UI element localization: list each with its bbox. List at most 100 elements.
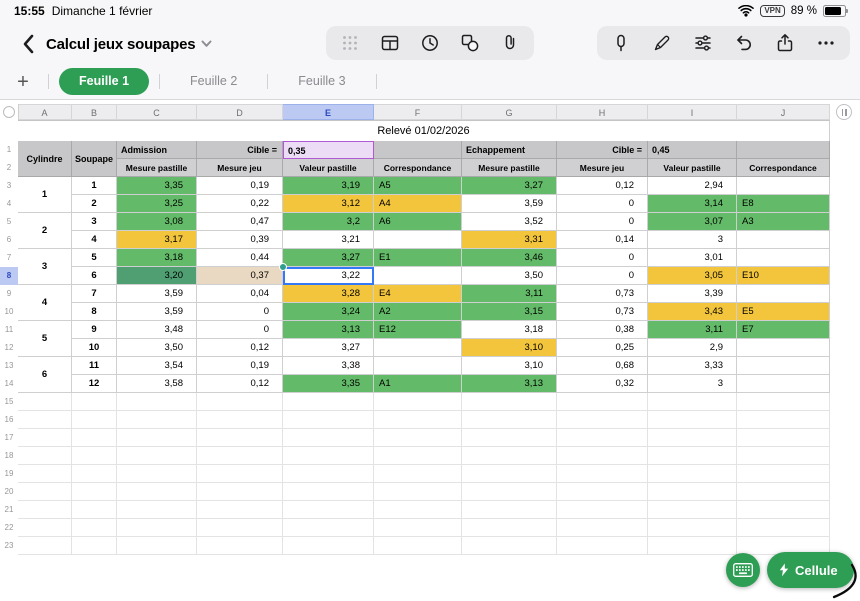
cell-J20[interactable] — [737, 483, 830, 501]
cell-G14[interactable]: 3,13 — [462, 375, 557, 393]
cell-A16[interactable] — [18, 411, 72, 429]
col-header-B[interactable]: B — [72, 104, 117, 120]
cell-D22[interactable] — [197, 519, 283, 537]
cell-D9[interactable]: 0,04 — [197, 285, 283, 303]
cell-B19[interactable] — [72, 465, 117, 483]
sub-header-D[interactable]: Mesure jeu — [197, 159, 283, 177]
spreadsheet-grid[interactable]: ABCDEFGHIJ123456789101112131415161718192… — [0, 101, 860, 601]
row-header-11[interactable]: 11 — [0, 321, 18, 339]
cell-F11[interactable]: E12 — [374, 321, 462, 339]
row-header-7[interactable]: 7 — [0, 249, 18, 267]
cell-I6[interactable]: 3 — [648, 231, 737, 249]
cell-I3[interactable]: 2,94 — [648, 177, 737, 195]
view-options-button[interactable] — [689, 29, 717, 57]
cell-G4[interactable]: 3,59 — [462, 195, 557, 213]
cell-D5[interactable]: 0,47 — [197, 213, 283, 231]
cell-H12[interactable]: 0,25 — [557, 339, 648, 357]
document-title-menu[interactable]: Calcul jeux soupapes — [46, 30, 212, 58]
cell-J12[interactable] — [737, 339, 830, 357]
cell-J5[interactable]: A3 — [737, 213, 830, 231]
cell-D16[interactable] — [197, 411, 283, 429]
cell-H22[interactable] — [557, 519, 648, 537]
cell-D4[interactable]: 0,22 — [197, 195, 283, 213]
cell-G20[interactable] — [462, 483, 557, 501]
cell-F5[interactable]: A6 — [374, 213, 462, 231]
table-title[interactable]: Relevé 01/02/2026 — [18, 120, 830, 141]
cell-B20[interactable] — [72, 483, 117, 501]
cylindre-2[interactable]: 2 — [18, 213, 72, 249]
cell-J11[interactable]: E7 — [737, 321, 830, 339]
soupape-12[interactable]: 12 — [72, 375, 117, 393]
cell-F16[interactable] — [374, 411, 462, 429]
cell-D19[interactable] — [197, 465, 283, 483]
cell-G10[interactable]: 3,15 — [462, 303, 557, 321]
soupape-5[interactable]: 5 — [72, 249, 117, 267]
insert-attachment-button[interactable] — [496, 29, 524, 57]
cell-F19[interactable] — [374, 465, 462, 483]
insert-shape-button[interactable] — [456, 29, 484, 57]
header-cible-echappement-label[interactable]: Cible = — [557, 141, 648, 159]
cell-C21[interactable] — [117, 501, 197, 519]
share-button[interactable] — [771, 29, 799, 57]
cell-E3[interactable]: 3,19 — [283, 177, 374, 195]
row-header-5[interactable]: 5 — [0, 213, 18, 231]
cell-C16[interactable] — [117, 411, 197, 429]
cell-G19[interactable] — [462, 465, 557, 483]
soupape-3[interactable]: 3 — [72, 213, 117, 231]
cell-B15[interactable] — [72, 393, 117, 411]
cell-J16[interactable] — [737, 411, 830, 429]
col-header-A[interactable]: A — [18, 104, 72, 120]
cell-J6[interactable] — [737, 231, 830, 249]
cell-I10[interactable]: 3,43 — [648, 303, 737, 321]
cell-I8[interactable]: 3,05 — [648, 267, 737, 285]
cell-D8[interactable]: 0,37 — [197, 267, 283, 285]
cell-H4[interactable]: 0 — [557, 195, 648, 213]
cell-H7[interactable]: 0 — [557, 249, 648, 267]
cell-F15[interactable] — [374, 393, 462, 411]
cell-F21[interactable] — [374, 501, 462, 519]
cell-G21[interactable] — [462, 501, 557, 519]
cell-I9[interactable]: 3,39 — [648, 285, 737, 303]
cell-C23[interactable] — [117, 537, 197, 555]
row-header-19[interactable]: 19 — [0, 465, 18, 483]
cell-G16[interactable] — [462, 411, 557, 429]
add-columns-handle[interactable] — [836, 104, 852, 120]
cell-C5[interactable]: 3,08 — [117, 213, 197, 231]
cell-F17[interactable] — [374, 429, 462, 447]
cell-G6[interactable]: 3,31 — [462, 231, 557, 249]
cell-G18[interactable] — [462, 447, 557, 465]
cell-E6[interactable]: 3,21 — [283, 231, 374, 249]
row-header-16[interactable]: 16 — [0, 411, 18, 429]
header-echappement[interactable]: Echappement — [462, 141, 557, 159]
apps-grid-button[interactable] — [336, 29, 364, 57]
row-header-23[interactable]: 23 — [0, 537, 18, 555]
cell-J15[interactable] — [737, 393, 830, 411]
cell-F6[interactable] — [374, 231, 462, 249]
cell-D23[interactable] — [197, 537, 283, 555]
cell-I20[interactable] — [648, 483, 737, 501]
cell-B22[interactable] — [72, 519, 117, 537]
col-header-F[interactable]: F — [374, 104, 462, 120]
cell-D21[interactable] — [197, 501, 283, 519]
cell-C12[interactable]: 3,50 — [117, 339, 197, 357]
cell-F22[interactable] — [374, 519, 462, 537]
row-header-2[interactable]: 2 — [0, 159, 18, 177]
cell-C7[interactable]: 3,18 — [117, 249, 197, 267]
header-cylindre[interactable]: Cylindre — [18, 141, 72, 177]
soupape-1[interactable]: 1 — [72, 177, 117, 195]
cell-J13[interactable] — [737, 357, 830, 375]
cell-I13[interactable]: 3,33 — [648, 357, 737, 375]
cell-D13[interactable]: 0,19 — [197, 357, 283, 375]
cell-I5[interactable]: 3,07 — [648, 213, 737, 231]
row-header-3[interactable]: 3 — [0, 177, 18, 195]
cell-I18[interactable] — [648, 447, 737, 465]
cell-G13[interactable]: 3,10 — [462, 357, 557, 375]
cell-B18[interactable] — [72, 447, 117, 465]
sub-header-H[interactable]: Mesure jeu — [557, 159, 648, 177]
cell-E20[interactable] — [283, 483, 374, 501]
cell-F14[interactable]: A1 — [374, 375, 462, 393]
row-header-4[interactable]: 4 — [0, 195, 18, 213]
cell-I4[interactable]: 3,14 — [648, 195, 737, 213]
col-header-I[interactable]: I — [648, 104, 737, 120]
undo-button[interactable] — [730, 29, 758, 57]
